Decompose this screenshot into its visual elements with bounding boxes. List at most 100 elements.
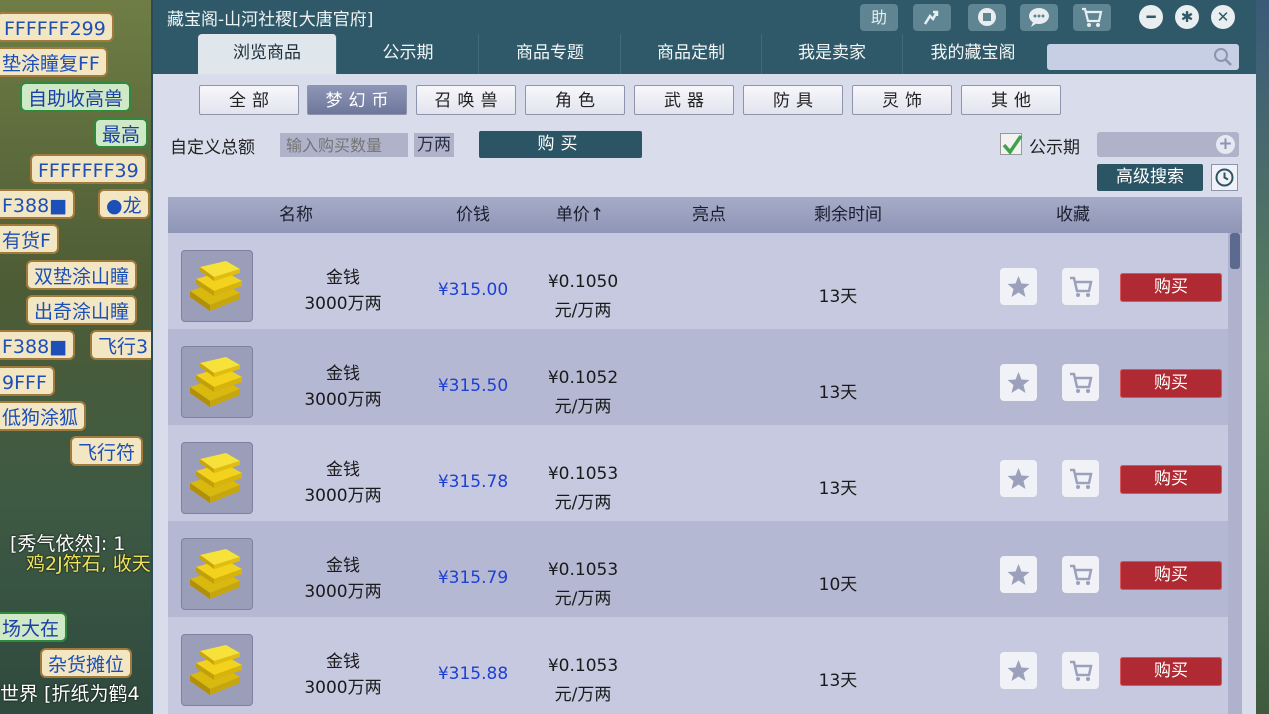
header-unit-price[interactable]: 单价↑	[530, 197, 630, 233]
table-row[interactable]: 金钱 3000万两 ¥315.88 ¥0.1053 元/万两 13天 购买	[168, 617, 1228, 713]
favorite-button[interactable]	[1000, 364, 1037, 401]
item-thumbnail[interactable]	[181, 538, 253, 610]
cart-icon	[1082, 7, 1103, 27]
buy-button[interactable]: 购买	[1120, 369, 1222, 398]
star-icon	[1007, 468, 1030, 489]
background-chat-text: 低狗涂狐	[0, 401, 87, 431]
item-thumbnail[interactable]	[181, 346, 253, 418]
buy-button[interactable]: 购买	[1120, 657, 1222, 686]
background-chat-text: 飞行3	[90, 330, 155, 360]
item-remaining-time: 13天	[818, 383, 858, 403]
table-row[interactable]: 金钱 3000万两 ¥315.79 ¥0.1053 元/万两 10天 购买	[168, 521, 1228, 617]
item-thumbnail[interactable]	[181, 634, 253, 706]
help-button[interactable]: 助	[860, 4, 898, 31]
favorite-button[interactable]	[1000, 556, 1037, 593]
tab-seller[interactable]: 我是卖家	[762, 34, 903, 74]
cart-icon	[1070, 372, 1093, 393]
item-name: 金钱	[326, 556, 360, 576]
add-to-cart-button[interactable]	[1062, 460, 1099, 497]
background-chat-text: 自助收高兽	[20, 82, 132, 112]
amount-input[interactable]	[280, 133, 408, 157]
category-weapon[interactable]: 武器	[634, 85, 734, 115]
background-chat-text: 鸡2J符石, 收天	[26, 553, 151, 575]
category-armor[interactable]: 防具	[743, 85, 843, 115]
background-chat-text: ●龙	[98, 189, 150, 219]
tab-customize[interactable]: 商品定制	[621, 34, 762, 74]
favorite-button[interactable]	[1000, 460, 1037, 497]
add-to-cart-button[interactable]	[1062, 268, 1099, 305]
tab-my-pavilion[interactable]: 我的藏宝阁	[903, 34, 1043, 74]
favorite-button[interactable]	[1000, 652, 1037, 689]
tab-public-period[interactable]: 公示期	[338, 34, 479, 74]
plus-icon[interactable]: +	[1216, 135, 1235, 154]
category-all[interactable]: 全部	[199, 85, 299, 115]
gold-ingot-icon	[190, 645, 242, 695]
scrollbar[interactable]	[1228, 233, 1242, 714]
buy-amount-button[interactable]: 购买	[479, 131, 642, 158]
item-unit-price: ¥0.1052	[547, 368, 619, 388]
add-to-cart-button[interactable]	[1062, 556, 1099, 593]
favorite-button[interactable]	[1000, 268, 1037, 305]
background-chat-text: 9FFF	[0, 366, 55, 396]
item-name: 金钱	[326, 460, 360, 480]
category-character[interactable]: 角色	[525, 85, 625, 115]
chat-button[interactable]	[1020, 4, 1058, 31]
buy-button[interactable]: 购买	[1120, 273, 1222, 302]
category-summon-beast[interactable]: 召唤兽	[416, 85, 516, 115]
buy-button[interactable]: 购买	[1120, 465, 1222, 494]
cart-button[interactable]	[1073, 4, 1111, 31]
header-name[interactable]: 名称	[246, 197, 346, 233]
star-icon	[1007, 564, 1030, 585]
public-period-select[interactable]: +	[1097, 132, 1239, 157]
tab-topics[interactable]: 商品专题	[480, 34, 621, 74]
public-period-checkbox[interactable]	[1000, 133, 1023, 155]
title-bar[interactable]: 藏宝阁-山河社稷[大唐官府] 助 ━ ✱ ✕	[153, 0, 1256, 34]
stop-button[interactable]	[968, 4, 1006, 31]
star-icon	[1007, 276, 1030, 297]
share-button[interactable]	[913, 4, 951, 31]
gold-ingot-icon	[190, 453, 242, 503]
item-price: ¥315.00	[437, 280, 509, 300]
table-header: 名称 价钱 单价↑ 亮点 剩余时间 收藏	[168, 197, 1242, 233]
amount-unit: 万两	[414, 133, 454, 157]
item-thumbnail[interactable]	[181, 250, 253, 322]
table-row[interactable]: 金钱 3000万两 ¥315.00 ¥0.1050 元/万两 13天 购买	[168, 233, 1228, 329]
header-remaining-time[interactable]: 剩余时间	[788, 197, 908, 233]
table-row[interactable]: 金钱 3000万两 ¥315.50 ¥0.1052 元/万两 13天 购买	[168, 329, 1228, 425]
header-price[interactable]: 价钱	[423, 197, 523, 233]
settings-icon: ✱	[1180, 8, 1194, 26]
game-background-right	[1256, 0, 1269, 714]
advanced-search-button[interactable]: 高级搜索	[1097, 164, 1203, 191]
item-name: 金钱	[326, 268, 360, 288]
close-button[interactable]: ✕	[1211, 5, 1235, 29]
history-button[interactable]	[1211, 164, 1238, 191]
tab-browse[interactable]: 浏览商品	[198, 34, 337, 74]
scroll-thumb[interactable]	[1230, 233, 1240, 269]
header-favorite: 收藏	[1056, 205, 1090, 225]
search-icon[interactable]	[1213, 47, 1233, 67]
content-area: 全部 梦幻币 召唤兽 角色 武器 防具 灵饰 其他 自定义总额 万两 购买 公示…	[153, 74, 1256, 714]
add-to-cart-button[interactable]	[1062, 364, 1099, 401]
item-unit-price: ¥0.1053	[547, 656, 619, 676]
background-chat-text: F388■	[0, 189, 76, 219]
category-game-currency[interactable]: 梦幻币	[307, 85, 407, 115]
close-icon: ✕	[1216, 8, 1230, 26]
cart-icon	[1070, 564, 1093, 585]
category-accessory[interactable]: 灵饰	[852, 85, 952, 115]
item-thumbnail[interactable]	[181, 442, 253, 514]
buy-button[interactable]: 购买	[1120, 561, 1222, 590]
background-chat-text: FFFFFFF39	[30, 154, 147, 184]
item-remaining-time: 13天	[818, 479, 858, 499]
item-unit-price: ¥0.1050	[547, 272, 619, 292]
item-price: ¥315.78	[437, 472, 509, 492]
category-other[interactable]: 其他	[961, 85, 1061, 115]
table-row[interactable]: 金钱 3000万两 ¥315.78 ¥0.1053 元/万两 13天 购买	[168, 425, 1228, 521]
minimize-button[interactable]: ━	[1139, 5, 1163, 29]
add-to-cart-button[interactable]	[1062, 652, 1099, 689]
search-input[interactable]	[1047, 44, 1239, 70]
settings-button[interactable]: ✱	[1175, 5, 1199, 29]
star-icon	[1007, 660, 1030, 681]
item-unit-suffix: 元/万两	[554, 301, 612, 321]
background-chat-text: 垫涂瞳复FF	[0, 47, 108, 77]
minimize-icon: ━	[1146, 8, 1156, 26]
